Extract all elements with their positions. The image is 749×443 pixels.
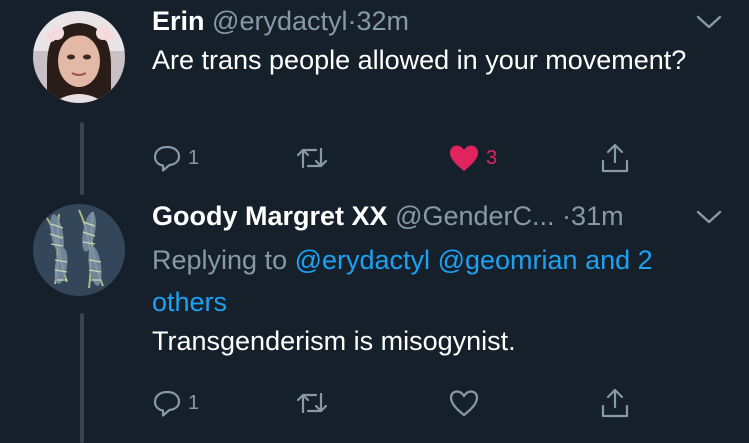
display-name[interactable]: Goody Margret XX [152, 201, 388, 231]
like-count: 3 [486, 146, 498, 169]
share-icon [600, 142, 630, 174]
chevron-down-icon[interactable] [696, 14, 722, 30]
heart-icon [448, 143, 480, 173]
user-handle[interactable]: @GenderC... [395, 201, 554, 231]
timestamp[interactable]: 31m [571, 201, 624, 231]
mention-link-erydactyl[interactable]: @erydactyl [295, 245, 430, 275]
avatar-goody-margret[interactable] [33, 204, 125, 296]
tweet-actions: 1 [152, 385, 652, 421]
display-name[interactable]: Erin [152, 6, 205, 36]
heart-icon [448, 388, 480, 418]
share-button[interactable] [600, 385, 630, 421]
avatar-erin[interactable] [33, 11, 125, 103]
tweet-actions: 1 3 [152, 140, 652, 176]
retweet-button[interactable] [296, 140, 334, 176]
timestamp[interactable]: 32m [356, 6, 409, 36]
retweet-icon [296, 143, 328, 173]
avatar-erin-image [33, 11, 125, 103]
tweet-text: Are trans people allowed in your movemen… [152, 45, 687, 75]
reply-button[interactable]: 1 [152, 140, 199, 176]
like-button[interactable]: 3 [448, 140, 497, 176]
user-handle[interactable]: @erydactyl [212, 6, 347, 36]
reply-icon [152, 388, 182, 418]
thread-connector-line [80, 122, 84, 195]
mention-link-geomrian[interactable]: @geomrian [438, 245, 578, 275]
thread-connector-line [80, 313, 84, 443]
reply-button[interactable]: 1 [152, 385, 199, 421]
tweet-text: Transgenderism is misogynist. [152, 326, 516, 356]
share-icon [600, 387, 630, 419]
reply-icon [152, 143, 182, 173]
like-button[interactable] [448, 385, 486, 421]
tweet-erin[interactable]: Erin @erydactyl·32m Are trans people all… [0, 0, 749, 195]
tweet-header: Erin @erydactyl·32m [152, 6, 409, 37]
tweet-thread: Erin @erydactyl·32m Are trans people all… [0, 0, 749, 443]
chromosome-avatar-image [33, 204, 125, 296]
share-button[interactable] [600, 140, 630, 176]
retweet-icon [296, 388, 328, 418]
chevron-down-icon[interactable] [696, 209, 722, 225]
tweet-goody-margret[interactable]: Goody Margret XX @GenderC... ·31m Replyi… [0, 195, 749, 443]
separator-dot: · [562, 201, 572, 231]
reply-count: 1 [188, 146, 200, 169]
retweet-button[interactable] [296, 385, 334, 421]
tweet-header: Goody Margret XX @GenderC... ·31m [152, 201, 624, 232]
replying-to-context: Replying to @erydactyl @geomrian and 2 o… [152, 239, 722, 323]
reply-count: 1 [188, 391, 200, 414]
replying-to-label: Replying to [152, 245, 288, 275]
